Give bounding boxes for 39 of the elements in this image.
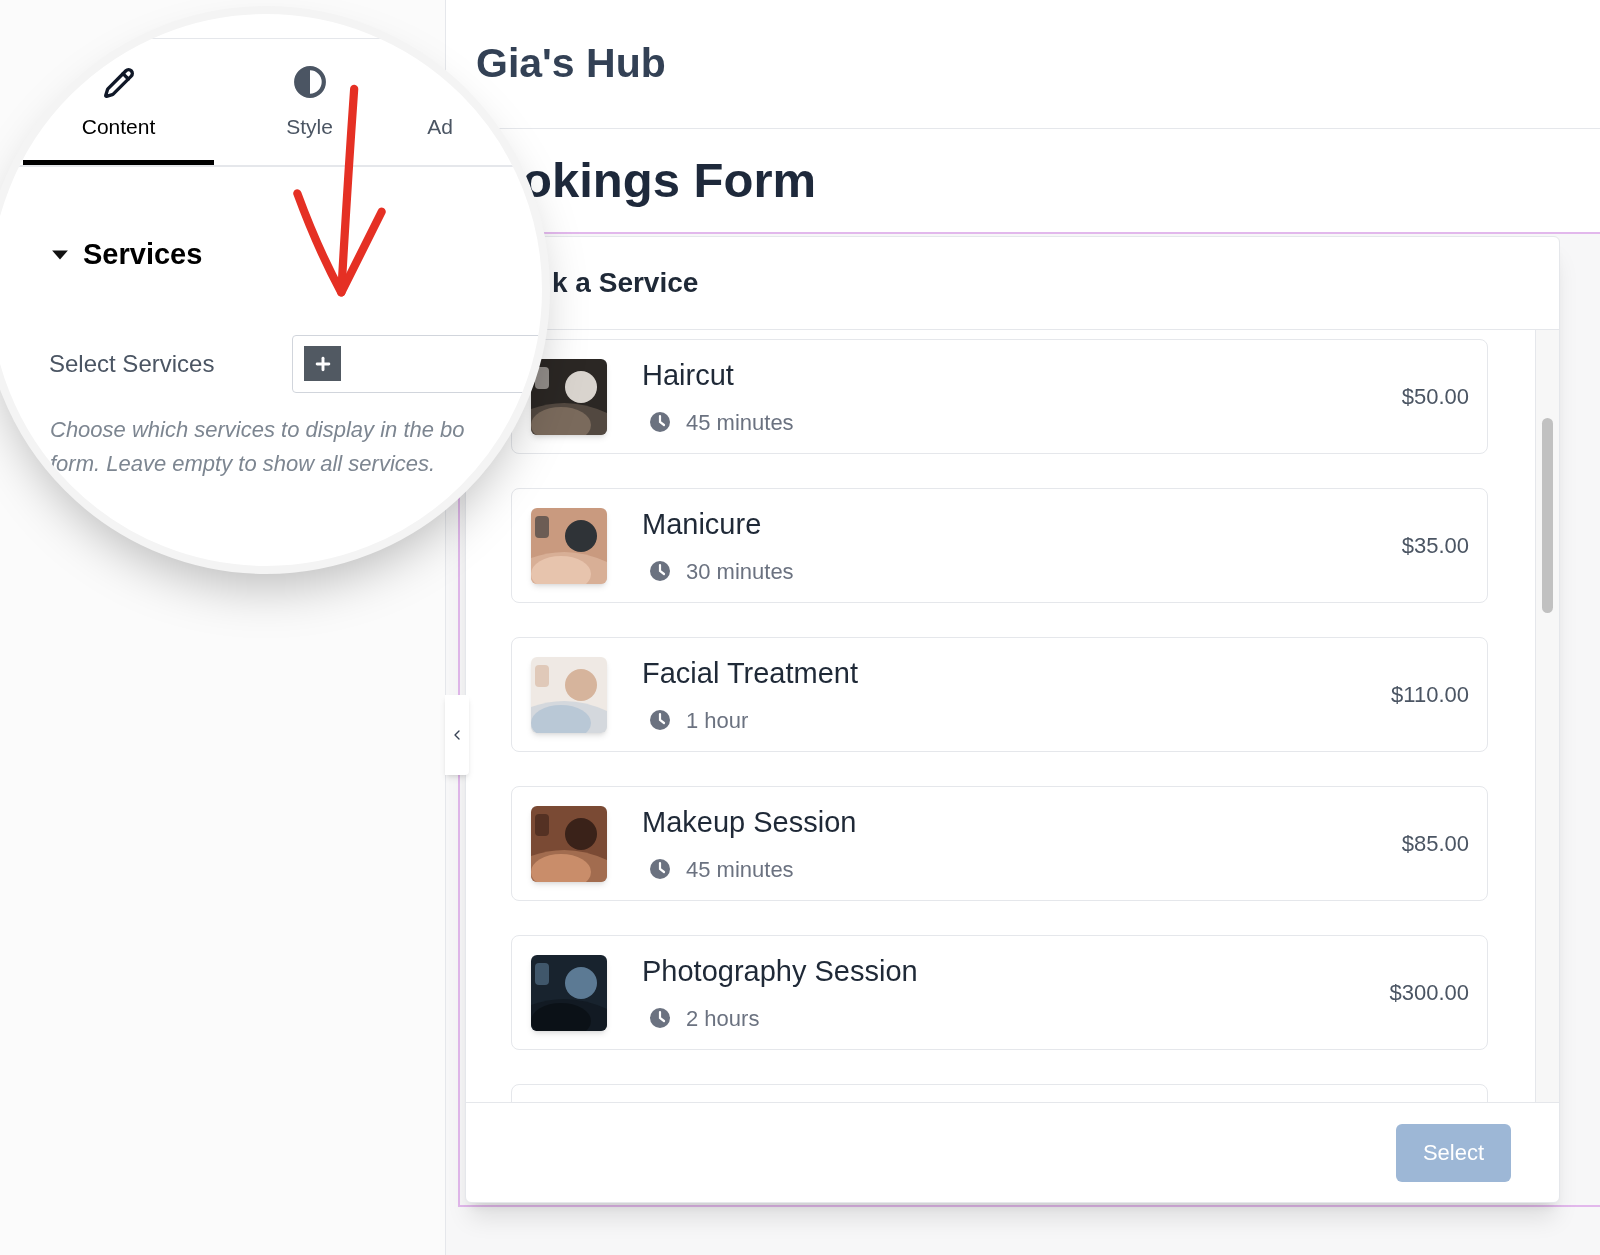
clock-icon	[650, 412, 670, 433]
panel-tab[interactable]: Content	[23, 39, 214, 165]
collapse-button[interactable]	[445, 695, 469, 775]
field-label: Select Services	[49, 348, 216, 379]
service-duration: 30 minutes	[686, 557, 794, 586]
service-card[interactable]: Photography Session 2 hours $300.00	[511, 935, 1488, 1050]
panel-tab[interactable]: Style	[214, 39, 405, 165]
service-price: $85.00	[1401, 830, 1469, 858]
service-price: $50.00	[1401, 383, 1469, 411]
form-title: k a Service	[552, 266, 699, 300]
service-duration: 45 minutes	[686, 855, 794, 884]
clock-icon	[650, 710, 670, 731]
service-card[interactable]: Facial Treatment 1 hour $110.00	[511, 637, 1488, 752]
service-card[interactable]: Haircut 45 minutes $50.00	[511, 339, 1488, 454]
pencil-icon	[102, 66, 135, 99]
scrollbar[interactable]	[1535, 330, 1559, 1102]
service-duration: 2 hours	[686, 1004, 760, 1033]
service-duration: 1 hour	[686, 706, 749, 735]
service-card[interactable]: Manicure 30 minutes $35.00	[511, 488, 1488, 603]
clock-icon	[650, 1008, 670, 1029]
help-text: Choose which services to display in the bo form. Leave empty to show all services.	[49, 415, 466, 478]
service-duration: 45 minutes	[686, 408, 794, 437]
clock-icon	[650, 561, 670, 582]
service-card[interactable]: Makeup Session 45 minutes $85.00	[511, 786, 1488, 901]
clock-icon	[650, 859, 670, 880]
service-price: $110.00	[1391, 681, 1469, 709]
service-price: $35.00	[1401, 532, 1469, 560]
panel-tab[interactable]: Ad	[405, 39, 475, 165]
service-price: $300.00	[1389, 979, 1469, 1007]
site-title: Gia's Hub	[476, 39, 666, 89]
service-name: Photography Session	[642, 954, 919, 990]
service-name: Manicure	[642, 507, 763, 543]
add-button[interactable]	[304, 346, 342, 381]
service-name: Makeup Session	[642, 805, 858, 841]
page-title: okings Form	[522, 151, 817, 209]
service-name: Facial Treatment	[642, 656, 859, 692]
contrast-icon	[292, 64, 327, 99]
section-title: Services	[83, 237, 203, 272]
service-name: Haircut	[642, 358, 735, 394]
